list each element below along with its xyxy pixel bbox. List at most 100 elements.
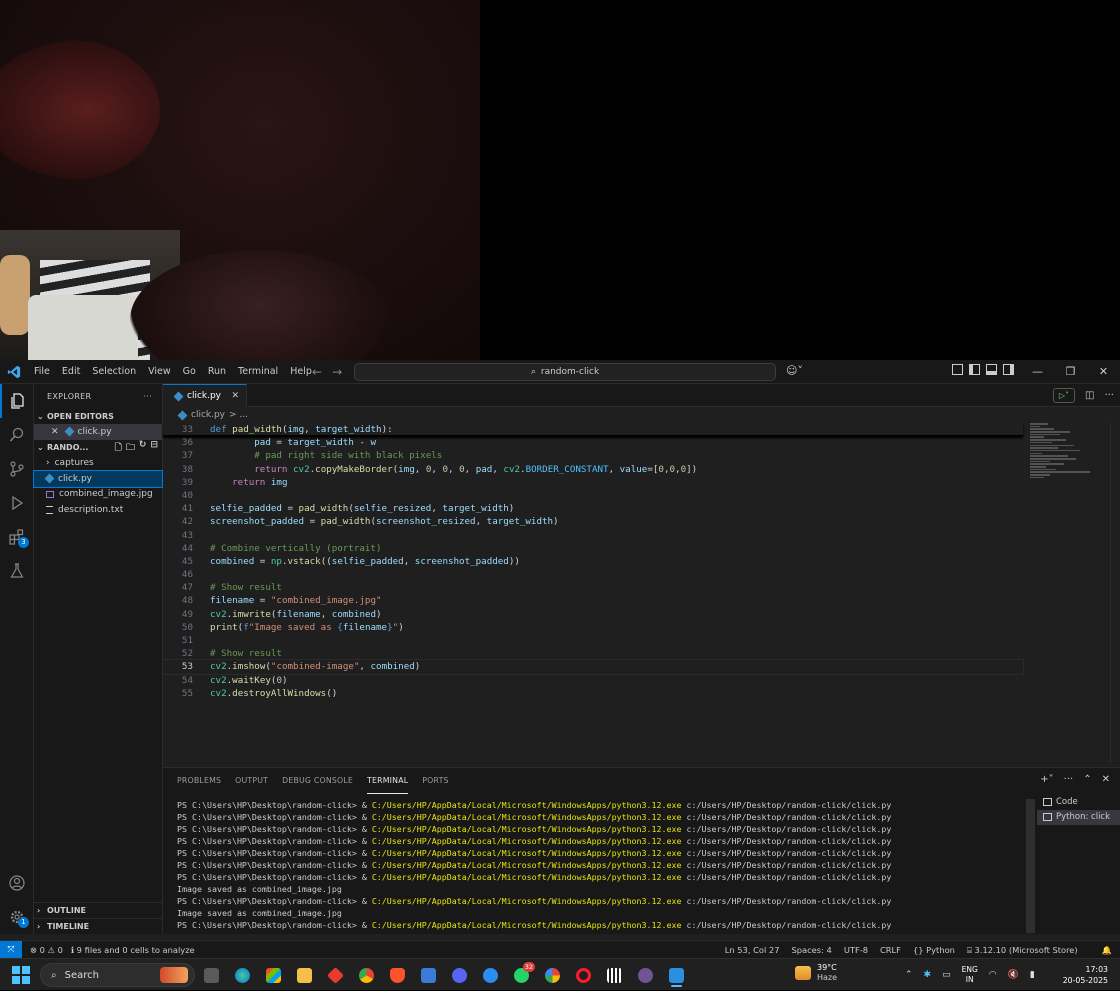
run-debug-icon[interactable]: [0, 486, 34, 520]
restore-icon[interactable]: ❐: [1054, 360, 1087, 384]
more-actions-icon[interactable]: ···: [1064, 774, 1074, 785]
open-editors-section[interactable]: ⌄ OPEN EDITORS: [34, 408, 162, 424]
open-editor-item[interactable]: ✕ click.py: [34, 424, 162, 440]
tab-ports[interactable]: PORTS: [422, 768, 448, 794]
close-editor-icon[interactable]: ✕: [51, 427, 59, 437]
problems-status[interactable]: ⊗ 0 ⚠ 0: [30, 945, 63, 955]
testing-flask-icon[interactable]: [0, 554, 34, 588]
menu-go[interactable]: Go: [177, 360, 202, 384]
remote-icon[interactable]: ⤧: [0, 940, 22, 959]
tab-terminal[interactable]: TERMINAL: [367, 768, 409, 794]
collapse-all-icon[interactable]: ⊟: [150, 440, 158, 456]
bluetooth-icon[interactable]: ✱: [924, 970, 932, 980]
split-editor-icon[interactable]: ◫: [1085, 390, 1094, 401]
volume-muted-icon[interactable]: 🔇: [1008, 970, 1019, 980]
menu-edit[interactable]: Edit: [56, 360, 86, 384]
new-terminal-icon[interactable]: +˅: [1040, 774, 1053, 785]
refresh-icon[interactable]: ↻: [139, 440, 147, 456]
tree-file-combined-image[interactable]: combined_image.jpg: [34, 487, 162, 503]
github-icon[interactable]: [634, 963, 657, 987]
tree-file-description[interactable]: description.txt: [34, 502, 162, 518]
interpreter-status[interactable]: ⌸ 3.12.10 (Microsoft Store): [967, 945, 1090, 956]
taskbar-search[interactable]: ⌕ Search: [40, 963, 195, 987]
project-section[interactable]: ⌄ RANDO... 🗋 🗀 ↻ ⊟: [34, 440, 162, 456]
file-explorer-icon[interactable]: [293, 963, 316, 987]
language-indicator[interactable]: ENG IN: [962, 965, 978, 985]
tree-file-click-py[interactable]: click.py: [33, 470, 163, 488]
brave-icon[interactable]: [386, 963, 409, 987]
command-center-search[interactable]: ⌕ random-click: [354, 363, 776, 381]
terminal-output[interactable]: PS C:\Users\HP\Desktop\random-click> & C…: [177, 799, 1027, 931]
show-hidden-icons-icon[interactable]: ⌃: [905, 970, 913, 980]
menu-file[interactable]: File: [28, 360, 56, 384]
toggle-primary-sidebar-icon[interactable]: [969, 364, 980, 375]
menu-view[interactable]: View: [142, 360, 177, 384]
tree-folder-captures[interactable]: › captures: [34, 456, 162, 472]
new-file-icon[interactable]: 🗋: [115, 440, 122, 456]
close-panel-icon[interactable]: ✕: [1102, 774, 1110, 785]
opera-icon[interactable]: [572, 963, 595, 987]
terminal-item-code[interactable]: Code: [1037, 794, 1120, 810]
more-actions-icon[interactable]: ···: [1104, 390, 1114, 401]
end-of-line[interactable]: CRLF: [880, 945, 901, 955]
analysis-status[interactable]: ℹ 9 files and 0 cells to analyze: [71, 945, 195, 955]
code-editor[interactable]: 33 def pad_width(img, target_width): 36 p…: [162, 423, 1024, 763]
manage-gear-icon[interactable]: 1: [0, 900, 34, 934]
source-control-icon[interactable]: [0, 452, 34, 486]
breadcrumb-rest[interactable]: > ...: [229, 410, 248, 420]
terminal-scrollbar[interactable]: [1026, 799, 1035, 933]
menu-selection[interactable]: Selection: [86, 360, 142, 384]
app-blue-icon[interactable]: [479, 963, 502, 987]
start-windows-icon[interactable]: [12, 966, 30, 984]
display-icon[interactable]: ▭: [942, 970, 951, 980]
whatsapp-icon[interactable]: 32: [510, 962, 535, 987]
weather-widget[interactable]: 39°C Haze: [795, 963, 837, 983]
pinwheel-icon[interactable]: [541, 963, 564, 987]
vscode-taskbar-icon[interactable]: [665, 963, 688, 987]
back-arrow-icon[interactable]: ←: [312, 365, 322, 379]
close-tab-icon[interactable]: ✕: [231, 391, 239, 401]
tab-debug-console[interactable]: DEBUG CONSOLE: [282, 768, 353, 794]
cursor-position[interactable]: Ln 53, Col 27: [725, 945, 780, 955]
chrome-icon[interactable]: [355, 963, 378, 987]
breadcrumb-file[interactable]: click.py: [191, 410, 225, 420]
discord-icon[interactable]: [448, 963, 471, 987]
timeline-section[interactable]: › TIMELINE: [34, 918, 163, 934]
menu-terminal[interactable]: Terminal: [232, 360, 284, 384]
outline-section[interactable]: › OUTLINE: [34, 902, 163, 918]
tab-problems[interactable]: PROBLEMS: [177, 768, 221, 794]
tab-click-py[interactable]: click.py ✕: [163, 384, 247, 407]
menu-run[interactable]: Run: [202, 360, 232, 384]
edge-icon[interactable]: [231, 963, 254, 987]
editor-scrollbar[interactable]: [1110, 423, 1120, 763]
battery-icon[interactable]: ▮: [1030, 970, 1035, 980]
task-view-icon[interactable]: [200, 963, 223, 987]
app-red-diamond-icon[interactable]: [324, 963, 347, 987]
minimap[interactable]: [1030, 423, 1110, 503]
tab-output[interactable]: OUTPUT: [235, 768, 268, 794]
new-folder-icon[interactable]: 🗀: [126, 440, 135, 456]
copilot-icon[interactable]: ☺˅: [786, 364, 803, 377]
extensions-icon[interactable]: 3: [0, 520, 34, 554]
explorer-icon[interactable]: [0, 384, 34, 418]
terminal-item-python[interactable]: Python: click: [1037, 809, 1120, 825]
accounts-icon[interactable]: [0, 866, 34, 900]
toggle-secondary-sidebar-icon[interactable]: [1003, 364, 1014, 375]
more-actions-icon[interactable]: ···: [143, 392, 152, 401]
run-python-file-button[interactable]: ▷˅: [1053, 388, 1075, 403]
close-window-icon[interactable]: ✕: [1087, 360, 1120, 384]
indentation[interactable]: Spaces: 4: [791, 945, 831, 955]
system-clock[interactable]: 17:03 20-05-2025: [1063, 964, 1108, 986]
forward-arrow-icon[interactable]: →: [332, 365, 342, 379]
audio-app-icon[interactable]: [603, 963, 626, 987]
toggle-panel-icon[interactable]: [986, 364, 997, 375]
minimize-icon[interactable]: —: [1021, 360, 1054, 384]
notifications-bell-icon[interactable]: 🔔: [1102, 945, 1112, 956]
language-mode[interactable]: {} Python: [913, 945, 955, 955]
maximize-panel-icon[interactable]: ⌃: [1083, 774, 1091, 785]
encoding[interactable]: UTF-8: [844, 945, 868, 955]
photos-icon[interactable]: [417, 963, 440, 987]
wifi-icon[interactable]: ◠: [989, 970, 997, 980]
search-view-icon[interactable]: [0, 418, 34, 452]
store-icon[interactable]: [262, 963, 285, 987]
